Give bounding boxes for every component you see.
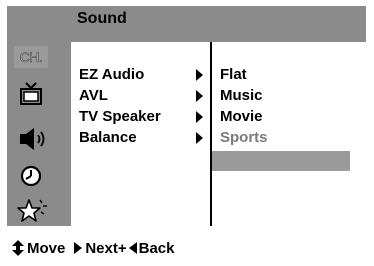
up-down-arrow-icon: [12, 240, 24, 256]
menu-item-avl[interactable]: AVL: [79, 87, 108, 105]
option-label: Flat: [220, 66, 247, 83]
navigation-hint-bar: Move Next+ Back: [7, 234, 269, 262]
menu-item-ez-audio[interactable]: EZ Audio: [79, 66, 144, 84]
option-label: Movie: [220, 108, 263, 125]
icon-sidebar: CH.: [7, 42, 69, 226]
option-label: Music: [220, 87, 263, 104]
left-arrow-icon: [128, 242, 137, 254]
right-arrow-icon: [74, 242, 83, 254]
arrow-right-icon: [196, 111, 203, 123]
arrow-right-icon: [196, 132, 203, 144]
speaker-icon[interactable]: [14, 125, 50, 153]
back-hint: Back: [138, 239, 175, 257]
option-sports[interactable]: Sports: [220, 129, 268, 147]
menu-item-balance[interactable]: Balance: [79, 129, 137, 147]
star-icon[interactable]: [14, 197, 50, 225]
menu-item-label: Balance: [79, 129, 137, 146]
menu-item-label: TV Speaker: [79, 108, 161, 125]
clock-icon[interactable]: [17, 162, 45, 190]
option-music[interactable]: Music: [220, 87, 263, 105]
ez-audio-options-panel: Flat Music Movie Sports: [212, 42, 366, 226]
tv-icon[interactable]: [17, 80, 45, 108]
option-flat[interactable]: Flat: [220, 66, 247, 84]
selection-highlight: [212, 151, 350, 171]
sound-menu-osd: Sound CH. EZ Audio AVL TV Speaker Balanc…: [7, 6, 366, 262]
arrow-right-icon: [196, 90, 203, 102]
menu-item-label: EZ Audio: [79, 66, 145, 83]
option-label: Sports: [220, 129, 268, 146]
arrow-right-icon: [196, 69, 203, 81]
menu-item-tv-speaker[interactable]: TV Speaker: [79, 108, 161, 126]
move-hint: Move: [27, 239, 66, 257]
menu-title: Sound: [77, 10, 127, 27]
channel-icon-label: CH.: [19, 49, 43, 66]
channel-icon[interactable]: CH.: [14, 46, 48, 68]
sound-options-panel: EZ Audio AVL TV Speaker Balance: [71, 42, 212, 226]
option-movie[interactable]: Movie: [220, 108, 263, 126]
menu-item-label: AVL: [79, 87, 108, 104]
next-hint: Next+: [85, 239, 127, 257]
